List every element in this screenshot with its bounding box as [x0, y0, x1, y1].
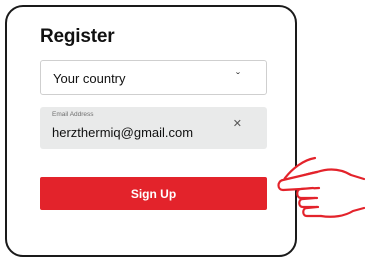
email-field-label: Email Address: [52, 111, 94, 118]
stage: Register Your country ˇ Email Address he…: [0, 0, 368, 261]
sign-up-button[interactable]: Sign Up: [40, 177, 267, 210]
chevron-down-icon: ˇ: [236, 70, 240, 84]
close-icon[interactable]: ✕: [233, 117, 242, 130]
email-field-value: herzthermiq@gmail.com: [52, 125, 194, 140]
country-select-value: Your country: [53, 71, 126, 86]
form-title: Register: [40, 26, 115, 47]
pointing-hand-icon: [277, 156, 365, 218]
email-field[interactable]: Email Address herzthermiq@gmail.com ✕: [40, 107, 267, 149]
country-select[interactable]: Your country ˇ: [40, 60, 267, 95]
